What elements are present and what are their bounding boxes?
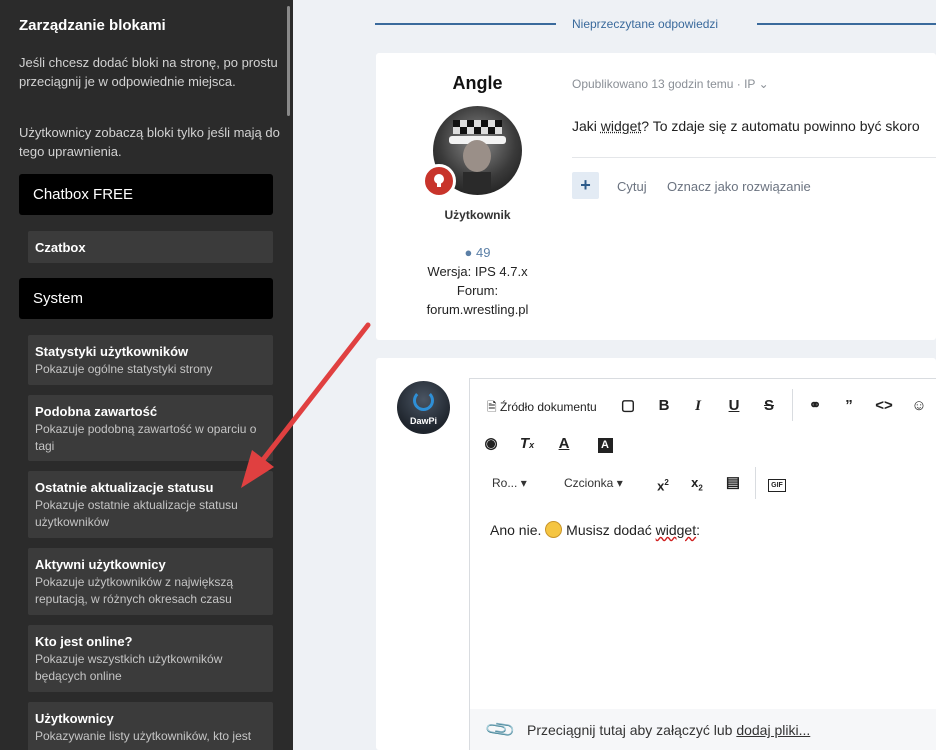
block-title: Użytkownicy (35, 711, 114, 726)
forum-post: Angle Użytkownik ● 49 Wersja: IPS 4.7.x … (376, 53, 936, 340)
block-similar-content[interactable]: Podobna zawartość Pokazuje podobną zawar… (28, 395, 273, 461)
author-stats: ● 49 Wersja: IPS 4.7.x Forum: forum.wres… (376, 243, 579, 319)
gif-button[interactable]: GIF (766, 472, 788, 494)
block-title: Czatbox (35, 240, 86, 255)
block-who-online[interactable]: Kto jest online? Pokazuje wszystkich uży… (28, 625, 273, 692)
rich-text-editor[interactable]: 🗎 Źródło dokumentu ▢ B I U S ⚭ ” <> ☺ ◉ … (469, 378, 936, 750)
block-title: Ostatnie aktualizacje statusu (35, 480, 214, 495)
block-active-users[interactable]: Aktywni użytkownicy Pokazuje użytkownikó… (28, 548, 273, 615)
author-name[interactable]: Angle (376, 73, 579, 94)
comment-icon: ● (464, 245, 473, 260)
block-title: Statystyki użytkowników (35, 344, 189, 359)
preview-doc-icon[interactable]: ▢ (617, 395, 639, 417)
tab-unread-replies[interactable]: Nieprzeczytane odpowiedzi (572, 17, 718, 31)
source-label: Źródło dokumentu (500, 400, 597, 414)
smiley-emoji-icon (545, 521, 563, 538)
format-label: Ro... (492, 476, 518, 490)
editor-text: Ano nie. (490, 522, 546, 538)
post-count[interactable]: ● 49 (376, 243, 579, 262)
sidebar-title: Zarządzanie blokami (19, 17, 166, 34)
font-label: Czcionka (564, 476, 614, 490)
block-description: Pokazywanie listy użytkowników, kto jest (35, 729, 252, 743)
sidebar-intro-permissions: Użytkownicy zobaczą bloki tylko jeśli ma… (19, 125, 280, 159)
block-description: Pokazuje ostatnie aktualizacje statusu u… (35, 498, 238, 529)
tab-divider-right (757, 23, 936, 25)
category-chatbox-free[interactable]: Chatbox FREE (19, 174, 273, 215)
block-description: Pokazuje ogólne statystyki strony (35, 362, 213, 376)
editor-text: : (696, 522, 700, 538)
attachment-text: Przeciągnij tutaj aby załączyć lub dodaj… (527, 722, 810, 738)
toolbar-separator (755, 467, 756, 499)
bold-icon[interactable]: B (653, 395, 675, 417)
rank-badge-icon (422, 164, 456, 198)
code-icon[interactable]: <> (873, 395, 895, 417)
reply-avatar[interactable]: DawPi (397, 381, 450, 434)
emoji-icon[interactable]: ☺ (908, 395, 930, 417)
category-system[interactable]: System (19, 278, 273, 319)
sidebar-intro-drag: Jeśli chcesz dodać bloki na stronę, po p… (19, 55, 278, 89)
link-icon[interactable]: ⚭ (804, 395, 826, 417)
editor-text: Musisz dodać (562, 522, 656, 538)
block-description: Pokazuje wszystkich użytkowników będącyc… (35, 652, 223, 683)
clear-format-icon[interactable]: Tx (516, 433, 538, 455)
mark-solution-button[interactable]: Oznacz jako rozwiązanie (667, 179, 811, 194)
gif-label: GIF (768, 479, 786, 492)
toolbar-separator (792, 389, 793, 421)
attachment-dropzone[interactable]: 📎 Przeciągnij tutaj aby załączyć lub dod… (470, 709, 936, 750)
content-text: ? To zdaje się z automatu powinno być sk… (641, 118, 920, 134)
block-manager-sidebar: Zarządzanie blokami Jeśli chcesz dodać b… (0, 0, 293, 750)
underline-icon[interactable]: U (723, 395, 745, 417)
tab-divider-left (375, 23, 556, 25)
reply-box: DawPi 🗎 Źródło dokumentu ▢ B I U S ⚭ ” <… (376, 358, 936, 750)
post-content: Jaki widget? To zdaje się z automatu pow… (572, 118, 920, 134)
author-forum-label: Forum: (456, 283, 499, 298)
add-multiquote-button[interactable]: + (572, 172, 599, 199)
block-title: Podobna zawartość (35, 404, 158, 419)
block-user-stats[interactable]: Statystyki użytkowników Pokazuje ogólne … (28, 335, 273, 385)
caret-down-icon: ▾ (520, 476, 527, 490)
block-description: Pokazuje użytkowników z największą reput… (35, 575, 234, 606)
author-group: Użytkownik (444, 208, 511, 222)
eye-icon[interactable]: ◉ (480, 433, 502, 455)
text-color-icon[interactable]: A (553, 433, 575, 455)
subscript-icon[interactable]: x2 (686, 472, 708, 494)
background-color-icon[interactable]: A (594, 433, 616, 455)
source-button[interactable]: 🗎 Źródło dokumentu (487, 398, 597, 419)
table-icon[interactable]: ▤ (722, 472, 744, 494)
post-meta[interactable]: Opublikowano 13 godzin temu · IP ⌄ (572, 77, 769, 91)
sidebar-scrollbar[interactable] (287, 6, 290, 116)
author-version: Wersja: IPS 4.7.x (427, 264, 528, 279)
font-dropdown[interactable]: Czcionka ▾ (564, 476, 623, 490)
avatar-label: DawPi (409, 416, 437, 426)
editor-content[interactable]: Ano nie. Musisz dodać widget: (490, 521, 700, 538)
misspelled-word: widget (655, 522, 697, 538)
block-czatbox[interactable]: Czatbox (28, 231, 273, 263)
author-forum-value: forum.wrestling.pl (426, 302, 529, 317)
post-meta-text: Opublikowano 13 godzin temu · IP (572, 77, 756, 91)
post-divider (572, 157, 936, 158)
attachment-label: Przeciągnij tutaj aby załączyć lub (527, 722, 737, 738)
post-count-value: 49 (476, 245, 491, 260)
block-status-updates[interactable]: Ostatnie aktualizacje statusu Pokazuje o… (28, 471, 273, 538)
caret-down-icon: ▾ (616, 476, 623, 490)
content-keyword: widget (600, 118, 642, 134)
block-title: Aktywni użytkownicy (35, 557, 166, 572)
quote-button[interactable]: Cytuj (617, 179, 647, 194)
format-dropdown[interactable]: Ro... ▾ (492, 476, 527, 490)
add-files-link[interactable]: dodaj pliki... (736, 722, 810, 738)
document-icon: 🗎 (487, 400, 497, 414)
block-users[interactable]: Użytkownicy Pokazywanie listy użytkownik… (28, 702, 273, 750)
italic-icon[interactable]: I (687, 395, 709, 417)
chevron-down-icon: ⌄ (758, 77, 769, 91)
content-text: Jaki (572, 118, 601, 134)
quote-icon[interactable]: ” (838, 395, 860, 417)
block-title: Kto jest online? (35, 634, 133, 649)
paperclip-icon: 📎 (484, 713, 518, 747)
strikethrough-icon[interactable]: S (758, 395, 780, 417)
superscript-icon[interactable]: x2 (652, 472, 674, 494)
avatar-logo-icon (413, 390, 434, 411)
block-description: Pokazuje podobną zawartość w oparciu o t… (35, 422, 257, 453)
